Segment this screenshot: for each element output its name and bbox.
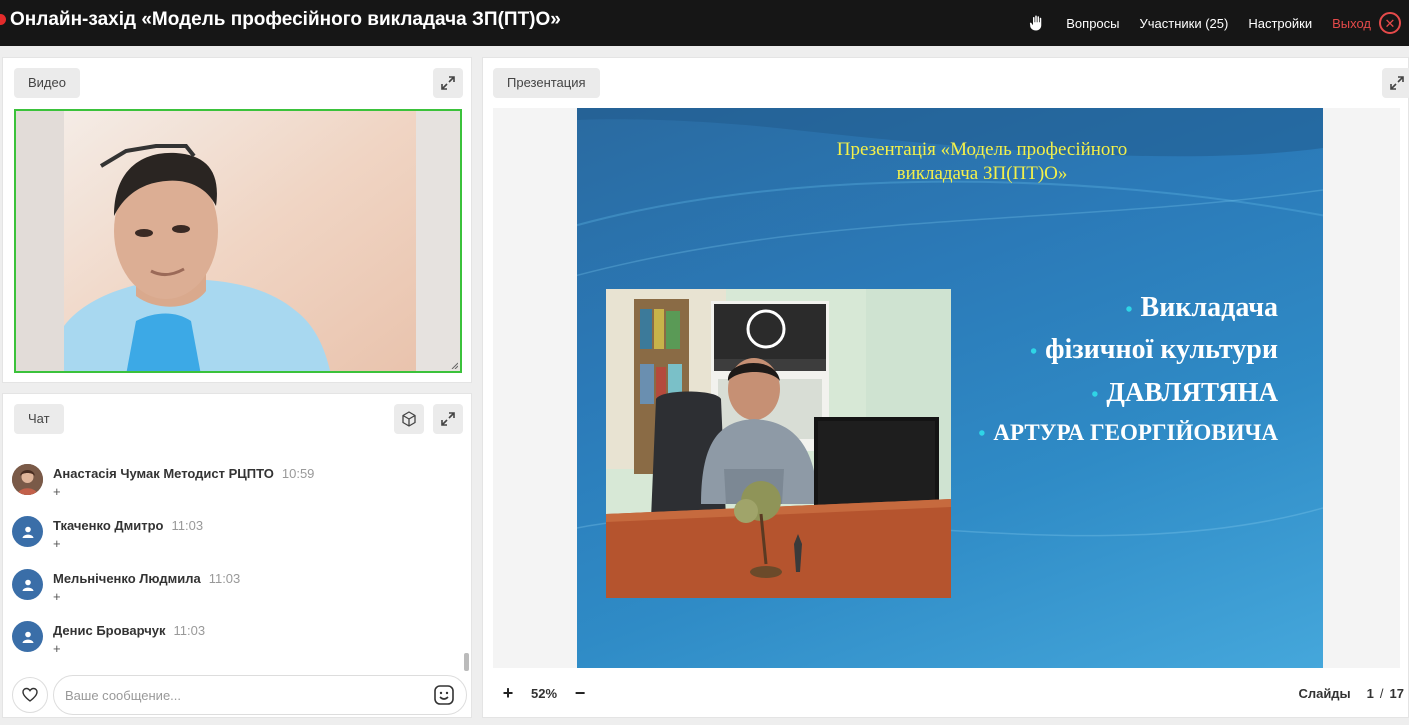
like-button[interactable] bbox=[12, 677, 48, 713]
slide-title: Презентація «Модель професійного виклада… bbox=[836, 139, 1128, 184]
message-time: 11:03 bbox=[208, 571, 241, 586]
message-author: Мельніченко Людмила 11:03 bbox=[53, 571, 241, 586]
zoom-level: 52% bbox=[531, 685, 558, 701]
cube-icon bbox=[402, 411, 416, 427]
teacher-photo bbox=[606, 289, 951, 598]
chat-message: Мельніченко Людмила 11:03 + bbox=[12, 569, 452, 609]
message-time: 11:03 bbox=[171, 518, 204, 533]
slide-viewport[interactable]: Презентація «Модель професійного виклада… bbox=[493, 108, 1400, 668]
message-author: Анастасія Чумак Методист РЦПТО 10:59 bbox=[53, 466, 315, 481]
user-icon bbox=[12, 516, 43, 547]
presentation-label: Презентация bbox=[493, 68, 600, 98]
message-author: Денис Броварчук 11:03 bbox=[53, 623, 206, 638]
message-text: + bbox=[53, 641, 61, 656]
recording-indicator bbox=[0, 14, 6, 25]
message-time: 10:59 bbox=[281, 466, 315, 481]
close-icon[interactable]: ✕ bbox=[1379, 12, 1401, 34]
participants-link[interactable]: Участники (25) bbox=[1140, 16, 1229, 31]
expand-icon bbox=[441, 412, 455, 426]
chat-panel: Чат Анастасія Чумак Методист РЦПТО 10:59 … bbox=[2, 393, 472, 718]
message-author: Ткаченко Дмитро 11:03 bbox=[53, 518, 204, 533]
total-slides: 17 bbox=[1389, 685, 1404, 701]
slide-bullet: • ДАВЛЯТЯНА bbox=[1091, 377, 1278, 407]
expand-icon bbox=[441, 76, 455, 90]
slide-counter: Слайды 1 / 17 bbox=[1298, 680, 1404, 706]
video-panel: Видео bbox=[2, 57, 472, 383]
zoom-out-button[interactable]: − bbox=[569, 682, 591, 704]
video-label: Видео bbox=[14, 68, 80, 98]
slide-bullet: • АРТУРА ГЕОРГІЙОВИЧА bbox=[978, 420, 1278, 445]
slide: Презентація «Модель професійного виклада… bbox=[577, 108, 1323, 668]
event-title: Онлайн-захід «Модель професійного виклад… bbox=[10, 9, 561, 30]
presentation-expand-button[interactable] bbox=[1382, 68, 1409, 98]
chat-messages[interactable]: Анастасія Чумак Методист РЦПТО 10:59 + Тк… bbox=[3, 454, 473, 674]
slide-separator: / bbox=[1379, 685, 1384, 701]
chat-3d-button[interactable] bbox=[394, 404, 424, 434]
chat-message: Ткаченко Дмитро 11:03 + bbox=[12, 516, 452, 556]
chat-message: Анастасія Чумак Методист РЦПТО 10:59 + bbox=[12, 464, 452, 504]
emoji-button[interactable] bbox=[433, 684, 455, 706]
user-icon bbox=[12, 569, 43, 600]
expand-icon bbox=[1390, 76, 1404, 90]
heart-icon bbox=[22, 687, 38, 702]
message-text: + bbox=[53, 484, 61, 499]
video-expand-button[interactable] bbox=[433, 68, 463, 98]
webcam-video[interactable] bbox=[14, 109, 462, 373]
current-slide: 1 bbox=[1366, 685, 1374, 701]
slide-bullets: • Викладача • фізичної культури • ДАВЛЯТЯНА… bbox=[978, 291, 1278, 455]
chat-message: Денис Броварчук 11:03 + bbox=[12, 621, 452, 661]
chat-scrollbar[interactable] bbox=[464, 653, 469, 671]
user-icon bbox=[12, 621, 43, 652]
zoom-in-button[interactable]: + bbox=[497, 682, 519, 704]
slide-bullet: • Викладача bbox=[1125, 292, 1279, 323]
message-input[interactable] bbox=[53, 675, 467, 715]
questions-link[interactable]: Вопросы bbox=[1066, 16, 1119, 31]
chat-expand-button[interactable] bbox=[433, 404, 463, 434]
message-text: + bbox=[53, 536, 61, 551]
zoom-controls: + 52% − bbox=[497, 680, 591, 706]
presentation-panel: Презентация Презентація «Модель професій… bbox=[482, 57, 1409, 718]
settings-link[interactable]: Настройки bbox=[1248, 16, 1312, 31]
top-nav: Вопросы Участники (25) Настройки Выход ✕ bbox=[1026, 0, 1409, 46]
avatar bbox=[12, 464, 43, 495]
emoji-icon bbox=[434, 685, 454, 705]
message-text: + bbox=[53, 589, 61, 604]
chat-label: Чат bbox=[14, 404, 64, 434]
slide-bullet: • фізичної культури bbox=[1030, 334, 1278, 365]
raise-hand-icon[interactable] bbox=[1026, 13, 1046, 33]
slides-label[interactable]: Слайды bbox=[1298, 686, 1350, 701]
resize-handle[interactable] bbox=[450, 361, 458, 369]
exit-link[interactable]: Выход bbox=[1332, 16, 1371, 31]
top-bar: Онлайн-захід «Модель професійного виклад… bbox=[0, 0, 1409, 46]
message-time: 11:03 bbox=[173, 623, 206, 638]
